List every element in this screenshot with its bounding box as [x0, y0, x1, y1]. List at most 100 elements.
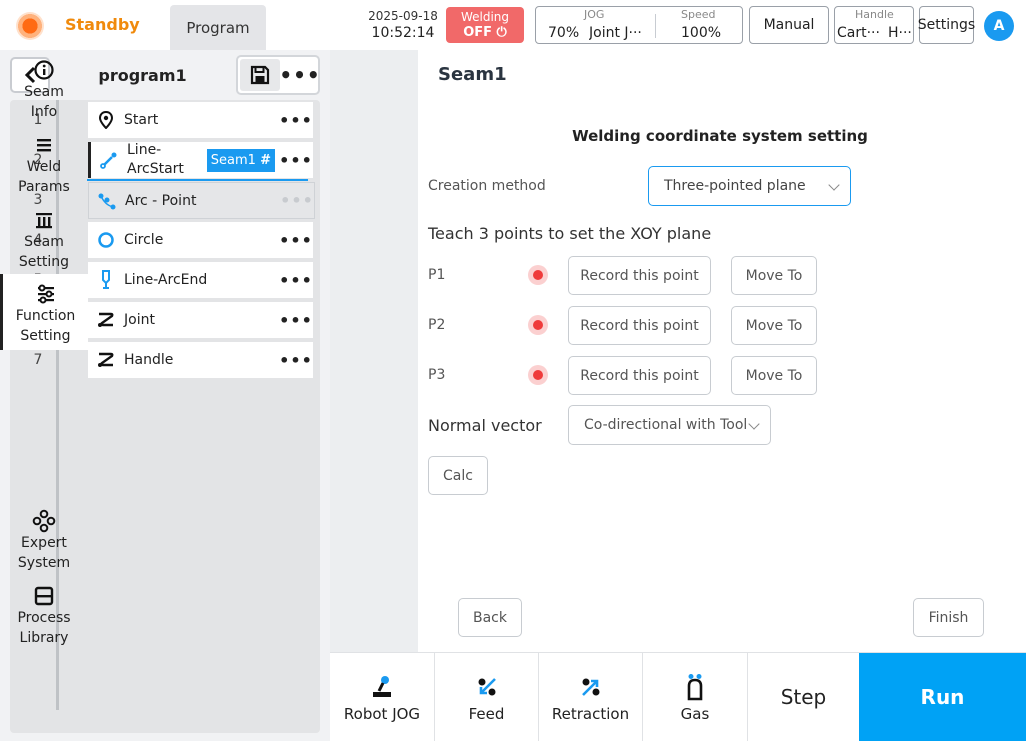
point-status-icon — [528, 265, 548, 285]
nav-expert-system[interactable]: Expert System — [0, 509, 88, 573]
point-label: P1 — [428, 267, 446, 283]
feed-arrow-icon — [478, 678, 496, 696]
more-options-button[interactable]: ••• — [279, 61, 319, 89]
handle-icon — [88, 342, 124, 378]
chevron-down-icon — [748, 418, 760, 430]
welding-toggle-button[interactable]: Welding OFF ⏻ — [446, 7, 524, 43]
normal-vector-select[interactable]: Co-directional with Tool — [568, 405, 771, 445]
nav-seam-setting[interactable]: Seam Setting — [0, 208, 88, 272]
row-more-button[interactable]: ••• — [279, 311, 313, 330]
back-step-button[interactable]: Back — [458, 598, 522, 637]
handle-label: Handle — [855, 8, 894, 21]
speed-value: 100% — [681, 25, 722, 41]
jog-mode: Joint J··· — [589, 25, 642, 41]
list-item-joint[interactable]: Joint ••• — [88, 302, 313, 338]
list-item-label: Circle — [124, 232, 164, 248]
tool-label: Feed — [468, 705, 505, 723]
list-item-start[interactable]: Start ••• — [88, 102, 313, 138]
status-indicator-icon — [16, 12, 44, 40]
menu-icon — [37, 139, 51, 152]
save-icon — [250, 65, 270, 85]
nav-label: Expert System — [17, 535, 71, 571]
manual-mode-button[interactable]: Manual — [749, 6, 829, 44]
row-more-button[interactable]: ••• — [279, 351, 313, 370]
seam-tag-label: Seam1 — [210, 152, 256, 168]
teach-title: Teach 3 points to set the XOY plane — [428, 224, 712, 243]
seam-nav — [330, 50, 418, 652]
avatar[interactable]: A — [984, 11, 1014, 41]
welding-label: Welding — [460, 10, 510, 24]
record-point-button[interactable]: Record this point — [568, 256, 711, 295]
creation-method-select[interactable]: Three-pointed plane — [648, 166, 851, 206]
jog-label: JOG — [584, 8, 605, 21]
jog-speed-control[interactable]: JOG 70% Joint J··· Speed 100% — [535, 6, 743, 44]
seam-title: Seam1 — [438, 64, 507, 85]
nav-process-library[interactable]: Process Library — [0, 584, 88, 648]
date-text: 2025-09-18 — [368, 9, 438, 23]
move-to-button[interactable]: Move To — [731, 256, 817, 295]
joystick-icon — [373, 676, 391, 697]
nav-label: Seam Info — [24, 84, 64, 120]
nav-label: Function Setting — [15, 308, 76, 344]
row-more-button[interactable]: ••• — [280, 191, 314, 210]
move-to-button[interactable]: Move To — [731, 356, 817, 395]
tab-program[interactable]: Program — [170, 5, 266, 50]
tool-label: Retraction — [551, 705, 630, 723]
tool-label: Gas — [680, 705, 710, 723]
handle-control[interactable]: Handle Cart··· H··· — [834, 6, 914, 44]
feed-button[interactable]: Feed — [435, 653, 539, 741]
point-status-icon — [528, 365, 548, 385]
robot-jog-button[interactable]: Robot JOG — [330, 653, 435, 741]
gas-button[interactable]: Gas — [643, 653, 748, 741]
list-item-handle[interactable]: Handle ••• — [88, 342, 313, 378]
arc-points-icon — [89, 183, 125, 219]
calc-button[interactable]: Calc — [428, 456, 488, 495]
run-button[interactable]: Run — [859, 653, 1026, 741]
list-item-label: Line- ArcStart — [127, 142, 184, 177]
creation-method-label: Creation method — [428, 178, 546, 194]
row-number: 7 — [33, 352, 43, 368]
row-more-button[interactable]: ••• — [279, 231, 313, 250]
jog-percent: 70% — [548, 25, 580, 41]
finish-button[interactable]: Finish — [913, 598, 984, 637]
point-status-icon — [528, 315, 548, 335]
row-more-button[interactable]: ••• — [279, 151, 313, 170]
point-label: P2 — [428, 317, 446, 333]
creation-method-value: Three-pointed plane — [664, 178, 806, 194]
list-item-arc-point[interactable]: Arc - Point ••• — [88, 182, 315, 219]
row-more-button[interactable]: ••• — [279, 271, 313, 290]
program-actions: ••• — [236, 55, 320, 95]
columns-icon — [36, 213, 52, 229]
list-item-circle[interactable]: Circle ••• — [88, 222, 313, 258]
retraction-button[interactable]: Retraction — [539, 653, 643, 741]
nav-weld-params[interactable]: Weld Params — [0, 133, 88, 197]
hash-icon: # — [260, 152, 271, 168]
nav-label: Seam Setting — [18, 234, 70, 270]
chevron-down-icon — [828, 179, 840, 191]
seam-tag[interactable]: Seam1 # — [206, 148, 275, 172]
library-icon — [34, 586, 54, 606]
settings-button[interactable]: Settings — [918, 6, 975, 44]
normal-vector-label: Normal vector — [428, 416, 542, 435]
retract-arrow-icon — [581, 678, 599, 696]
robot-status: Standby — [65, 15, 140, 34]
record-point-button[interactable]: Record this point — [568, 356, 711, 395]
step-button[interactable]: Step — [748, 653, 859, 741]
list-item-line-arcend[interactable]: Line-ArcEnd ••• — [88, 262, 313, 298]
record-point-button[interactable]: Record this point — [568, 306, 711, 345]
nav-seam-info[interactable]: Seam Info — [0, 58, 88, 122]
move-to-button[interactable]: Move To — [731, 306, 817, 345]
nav-label: Weld Params — [18, 159, 70, 195]
normal-vector-value: Co-directional with Tool — [584, 417, 748, 433]
insert-indicator — [87, 179, 308, 181]
time-text: 10:52:14 — [371, 25, 435, 41]
torch-end-icon — [88, 262, 124, 298]
save-button[interactable] — [240, 59, 280, 91]
row-more-button[interactable]: ••• — [279, 111, 313, 130]
nav-function-setting[interactable]: Function Setting — [0, 274, 88, 350]
info-icon — [34, 60, 54, 80]
speed-label: Speed — [681, 8, 716, 21]
list-item-label: Start — [124, 112, 159, 128]
divider — [655, 14, 656, 38]
list-item-line-arcstart[interactable]: Line- ArcStart Seam1 # ••• — [88, 142, 313, 178]
